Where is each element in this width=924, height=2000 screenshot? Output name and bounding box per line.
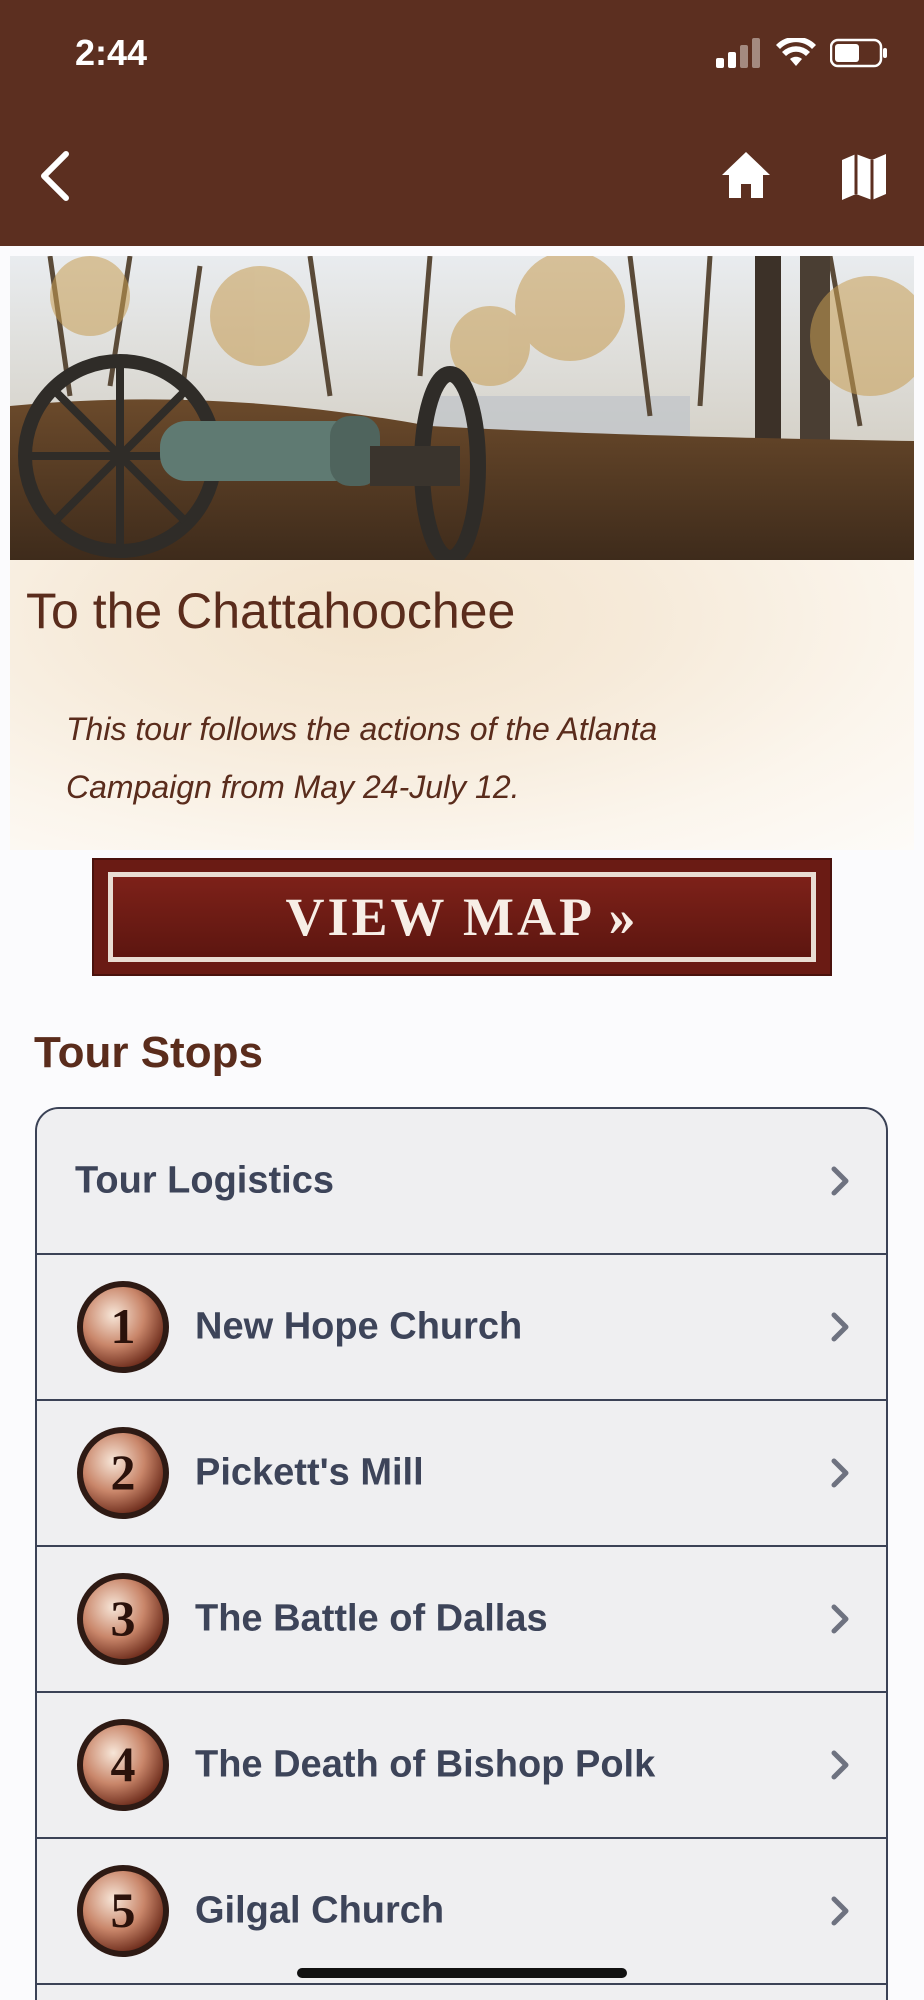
list-item-stop-3[interactable]: 3 The Battle of Dallas — [37, 1547, 886, 1693]
map-button[interactable] — [840, 152, 888, 202]
stop-number-badge-icon: 2 — [77, 1427, 169, 1519]
stop-number-badge-icon: 3 — [77, 1573, 169, 1665]
view-map-label: VIEW MAP » — [285, 887, 639, 947]
page-title: To the Chattahoochee — [26, 583, 516, 639]
view-map-button[interactable]: VIEW MAP » — [92, 858, 832, 976]
list-item-label: Gilgal Church — [195, 1889, 445, 1932]
stop-number: 4 — [111, 1736, 136, 1792]
map-icon — [842, 154, 886, 200]
list-item-stop-1[interactable]: 1 New Hope Church — [37, 1255, 886, 1401]
stop-number-badge-icon: 5 — [77, 1865, 169, 1957]
home-indicator[interactable] — [297, 1968, 627, 1978]
top-app-bar: 2:44 — [0, 0, 924, 246]
chevron-right-icon — [831, 1312, 849, 1342]
chevron-right-icon — [831, 1166, 849, 1196]
list-item-label: The Battle of Dallas — [195, 1597, 548, 1640]
battery-icon — [830, 38, 887, 68]
chevron-right-icon — [831, 1458, 849, 1488]
signal-icon — [716, 38, 760, 68]
wifi-icon — [776, 38, 816, 66]
stop-number: 5 — [111, 1882, 136, 1938]
list-item-stop-5[interactable]: 5 Gilgal Church — [37, 1839, 886, 1985]
chevron-left-icon — [41, 151, 69, 201]
home-button[interactable] — [720, 150, 772, 200]
stop-number: 1 — [111, 1298, 136, 1354]
tour-stops-heading: Tour Stops — [34, 1028, 263, 1077]
list-item-label: Pickett's Mill — [195, 1451, 424, 1494]
hero-image — [10, 256, 914, 560]
chevron-right-icon — [831, 1896, 849, 1926]
list-item-stop-2[interactable]: 2 Pickett's Mill — [37, 1401, 886, 1547]
list-item-label: New Hope Church — [195, 1305, 523, 1348]
tour-stops-list: Tour Logistics 1 New Hope Church 2 Picke… — [35, 1107, 888, 2000]
list-item-label: Tour Logistics — [75, 1159, 334, 1202]
chevron-right-icon — [831, 1604, 849, 1634]
stop-number: 3 — [111, 1590, 136, 1646]
tour-description: This tour follows the actions of the Atl… — [66, 711, 658, 805]
stop-number-badge-icon: 1 — [77, 1281, 169, 1373]
view-map-button-frame: VIEW MAP » — [108, 872, 816, 962]
stop-number: 2 — [111, 1444, 136, 1500]
stop-number-badge-icon: 4 — [77, 1719, 169, 1811]
tour-intro: To the Chattahoochee This tour follows t… — [10, 560, 914, 850]
list-item-tour-logistics[interactable]: Tour Logistics — [37, 1109, 886, 1255]
status-icons — [716, 38, 888, 68]
status-time: 2:44 — [75, 32, 148, 73]
chevron-right-icon — [831, 1750, 849, 1780]
back-button[interactable] — [34, 148, 78, 204]
list-item-label: The Death of Bishop Polk — [195, 1743, 656, 1786]
list-item-stop-4[interactable]: 4 The Death of Bishop Polk — [37, 1693, 886, 1839]
home-icon — [722, 152, 770, 198]
